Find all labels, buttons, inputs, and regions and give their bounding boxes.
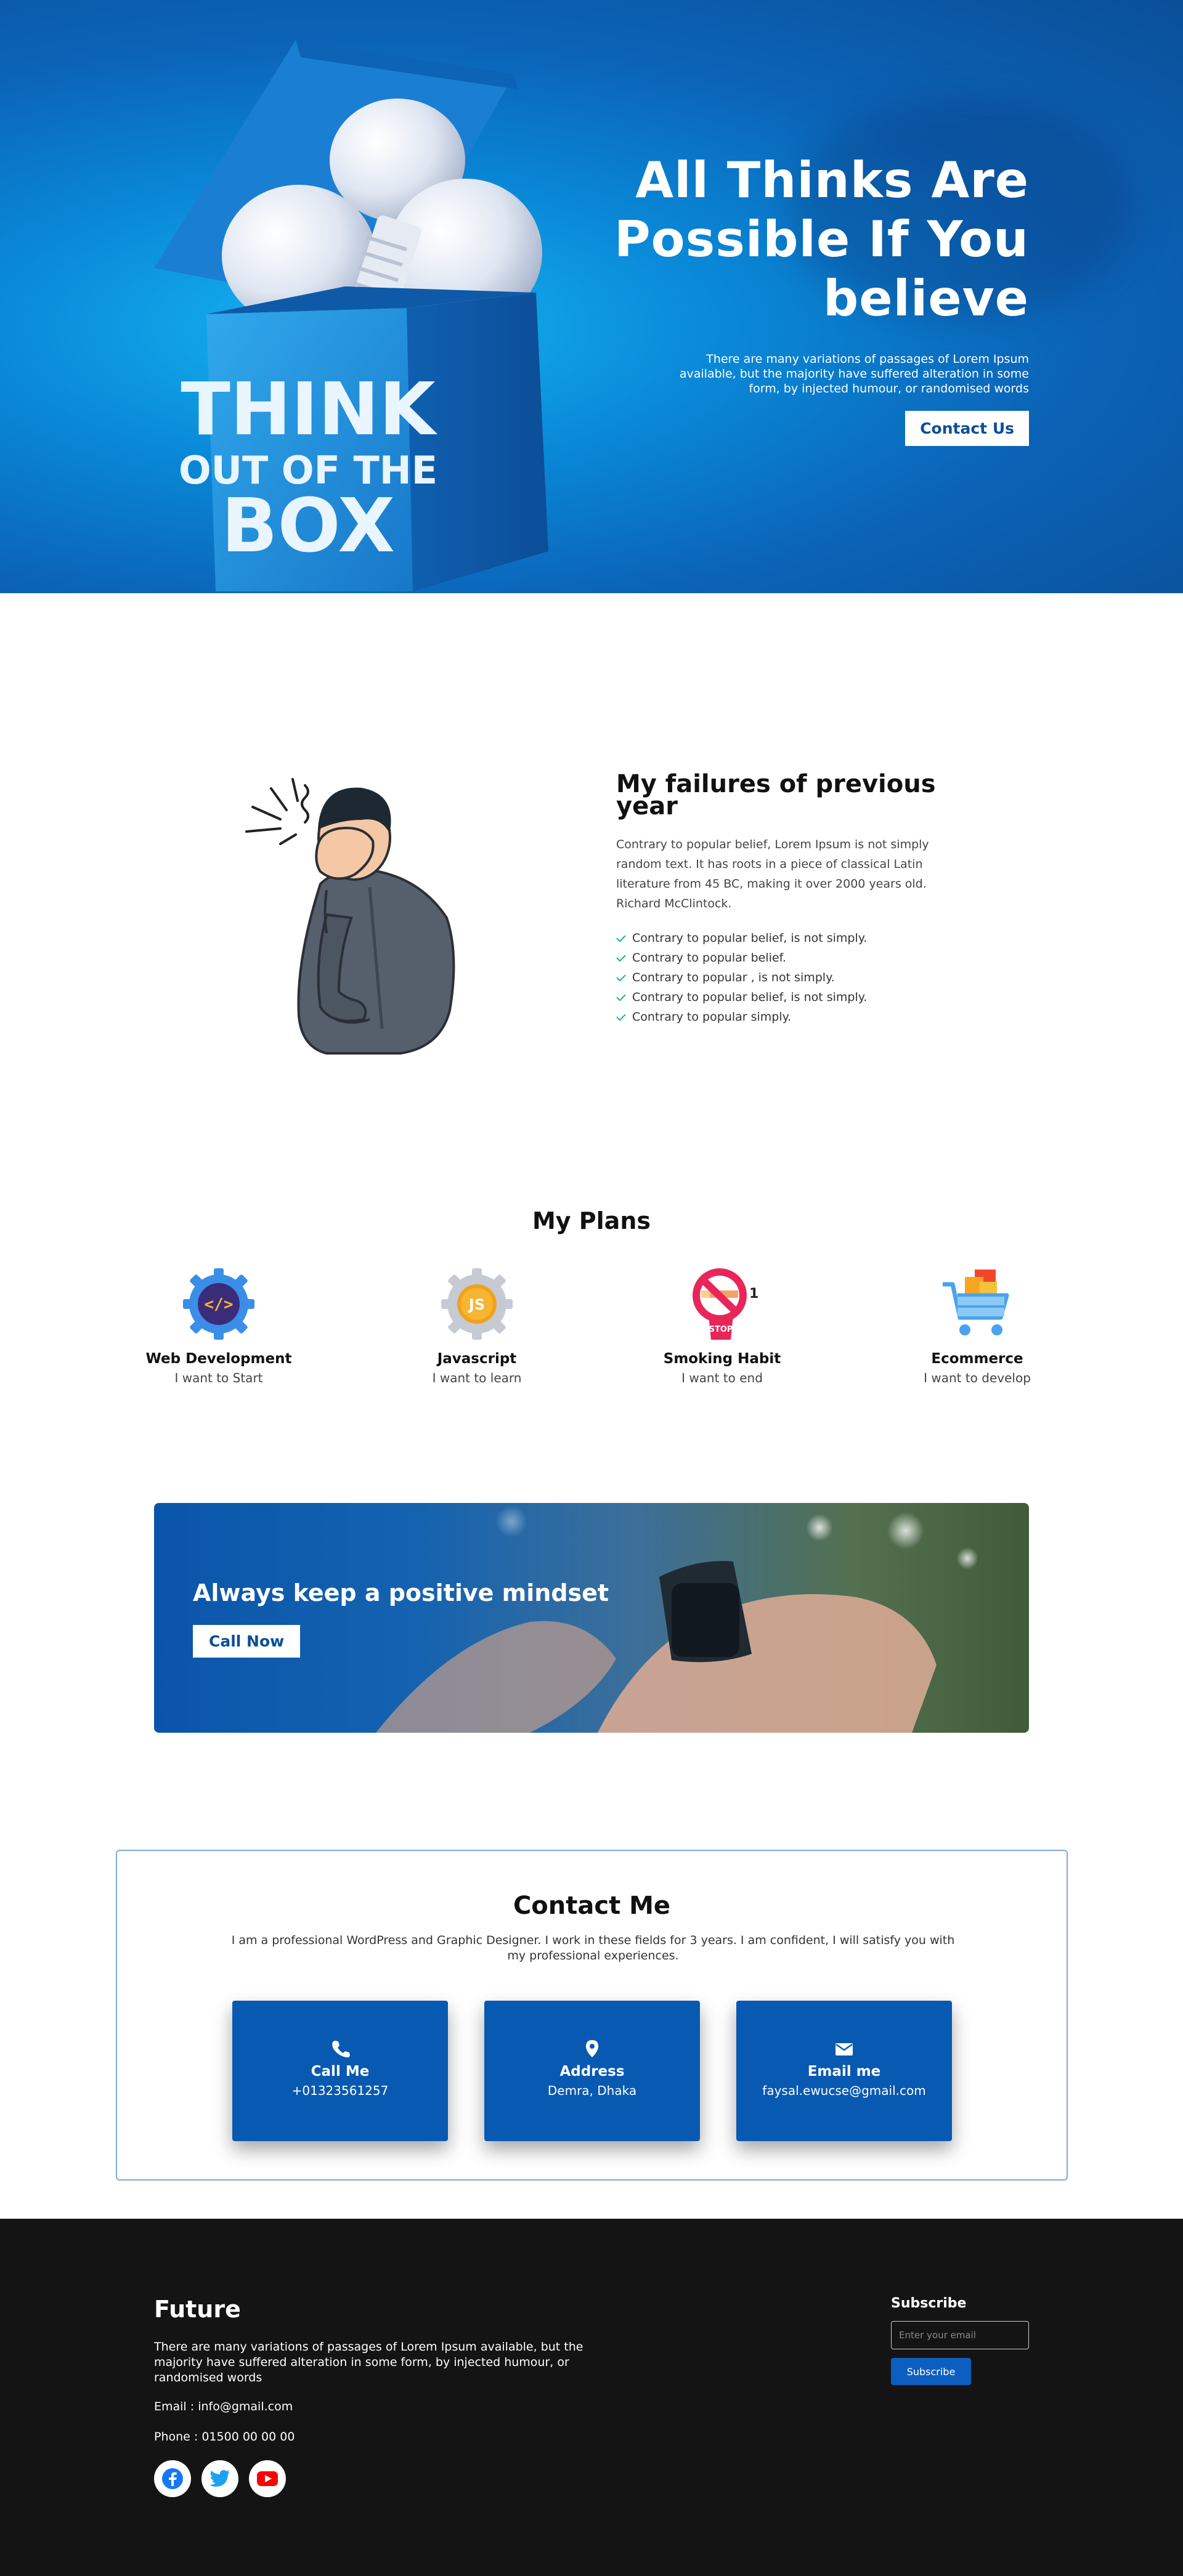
plan-item-web-development: </> Web Development I want to Start xyxy=(126,1266,311,1385)
code-gear-icon: </> xyxy=(183,1268,254,1340)
phone-icon xyxy=(332,2041,350,2057)
banner-title: Always keep a positive mindset xyxy=(193,1579,609,1606)
think-out-of-the-box-illustration: THINK OUT OF THE BOX xyxy=(154,40,548,591)
list-item: Contrary to popular belief. xyxy=(616,948,961,968)
list-item-text: Contrary to popular simply. xyxy=(632,1010,792,1024)
js-gear-icon: JS xyxy=(441,1268,513,1340)
svg-text:</>: </> xyxy=(205,1295,234,1314)
check-icon xyxy=(616,1013,626,1021)
subscribe-email-input[interactable] xyxy=(891,2321,1029,2349)
smartwatch-photo xyxy=(376,1505,978,1733)
list-item-text: Contrary to popular , is not simply. xyxy=(632,971,835,984)
contact-card-address[interactable]: Address Demra, Dhaka xyxy=(484,2001,700,2141)
hero-title-line: Possible If You xyxy=(614,211,1029,268)
plan-name: Web Development xyxy=(145,1351,292,1367)
facebook-link[interactable] xyxy=(154,2460,191,2497)
contact-card-value: Demra, Dhaka xyxy=(547,2083,637,2098)
frustrated-man-illustration xyxy=(245,778,455,1055)
positive-mindset-banner: Always keep a positive mindset Call Now xyxy=(154,1503,1029,1733)
plan-subtitle: I want to end xyxy=(681,1371,763,1385)
footer: Future There are many variations of pass… xyxy=(0,2219,1183,2576)
call-now-button[interactable]: Call Now xyxy=(193,1625,301,1658)
page: THINK OUT OF THE BOX All Thinks Are Poss… xyxy=(0,0,1183,2576)
envelope-icon xyxy=(835,2043,853,2056)
hero-section: THINK OUT OF THE BOX All Thinks Are Poss… xyxy=(0,0,1183,593)
plans-title: My Plans xyxy=(532,1207,651,1234)
contact-card-email[interactable]: Email me faysal.ewucse@gmail.com xyxy=(736,2001,952,2141)
twitter-icon xyxy=(209,2470,230,2487)
contact-us-button[interactable]: Contact Us xyxy=(905,411,1029,446)
subscribe-button[interactable]: Subscribe xyxy=(891,2358,971,2385)
contact-card-label: Address xyxy=(559,2064,625,2080)
footer-email: Email : info@gmail.com xyxy=(154,2400,293,2413)
svg-text:JS: JS xyxy=(468,1296,485,1313)
list-item-text: Contrary to popular belief. xyxy=(632,951,786,965)
box-text-box: BOX xyxy=(221,484,395,569)
contact-section: Contact Me I am a professional WordPress… xyxy=(116,1850,1068,2181)
plan-name: Smoking Habit xyxy=(663,1351,781,1367)
subscribe-title: Subscribe xyxy=(891,2296,967,2311)
hero-title: All Thinks Are Possible If You believe xyxy=(561,151,1029,328)
no-smoking-icon: STOP 1 xyxy=(693,1268,758,1340)
contact-description: I am a professional WordPress and Graphi… xyxy=(231,1934,955,1962)
shopping-cart-icon xyxy=(943,1270,1009,1335)
contact-card-value: +01323561257 xyxy=(291,2083,389,2098)
smoking-count-badge: 1 xyxy=(749,1286,758,1302)
location-pin-icon xyxy=(586,2040,598,2057)
contact-card-value: faysal.ewucse@gmail.com xyxy=(762,2083,926,2098)
facebook-icon xyxy=(162,2468,183,2489)
plan-subtitle: I want to Start xyxy=(174,1371,263,1385)
youtube-link[interactable] xyxy=(249,2460,286,2497)
footer-phone: Phone : 01500 00 00 00 xyxy=(154,2430,295,2444)
check-icon xyxy=(616,934,626,942)
contact-title: Contact Me xyxy=(513,1892,671,1920)
hero-description: There are many variations of passages of… xyxy=(679,352,1029,395)
list-item: Contrary to popular belief, is not simpl… xyxy=(616,987,961,1007)
list-item-text: Contrary to popular belief, is not simpl… xyxy=(632,990,868,1004)
hero-title-line: All Thinks Are xyxy=(635,152,1029,209)
plan-name: Javascript xyxy=(437,1351,517,1367)
plan-item-javascript: JS Javascript I want to learn xyxy=(384,1266,569,1385)
list-item: Contrary to popular belief, is not simpl… xyxy=(616,928,961,948)
failures-content: My failures of previous year Contrary to… xyxy=(616,770,961,1027)
contact-card-label: Email me xyxy=(807,2064,881,2080)
plan-subtitle: I want to learn xyxy=(432,1371,522,1385)
youtube-icon xyxy=(257,2471,278,2486)
box-text-think: THINK xyxy=(181,367,438,452)
hero-content: All Thinks Are Possible If You believe T… xyxy=(561,151,1029,446)
footer-brand: Future xyxy=(154,2296,241,2323)
check-icon xyxy=(616,974,626,981)
footer-description: There are many variations of passages of… xyxy=(154,2340,583,2384)
list-item-text: Contrary to popular belief, is not simpl… xyxy=(632,931,868,945)
stop-sign-text: STOP xyxy=(709,1325,733,1334)
twitter-link[interactable] xyxy=(201,2460,238,2497)
plan-item-smoking-habit: STOP 1 Smoking Habit I want to end xyxy=(630,1266,815,1385)
plan-subtitle: I want to develop xyxy=(924,1371,1031,1385)
list-item: Contrary to popular simply. xyxy=(616,1007,961,1027)
failures-list: Contrary to popular belief, is not simpl… xyxy=(616,928,961,1027)
failures-title: My failures of previous year xyxy=(616,770,936,820)
hero-title-line: believe xyxy=(823,270,1029,327)
failures-paragraph: Contrary to popular belief, Lorem Ipsum … xyxy=(616,838,929,910)
contact-card-call[interactable]: Call Me +01323561257 xyxy=(232,2001,448,2141)
plan-name: Ecommerce xyxy=(931,1351,1023,1367)
contact-card-label: Call Me xyxy=(311,2064,370,2080)
check-icon xyxy=(616,994,626,1001)
check-icon xyxy=(616,954,626,962)
plan-item-ecommerce: Ecommerce I want to develop xyxy=(885,1266,1070,1385)
list-item: Contrary to popular , is not simply. xyxy=(616,968,961,987)
